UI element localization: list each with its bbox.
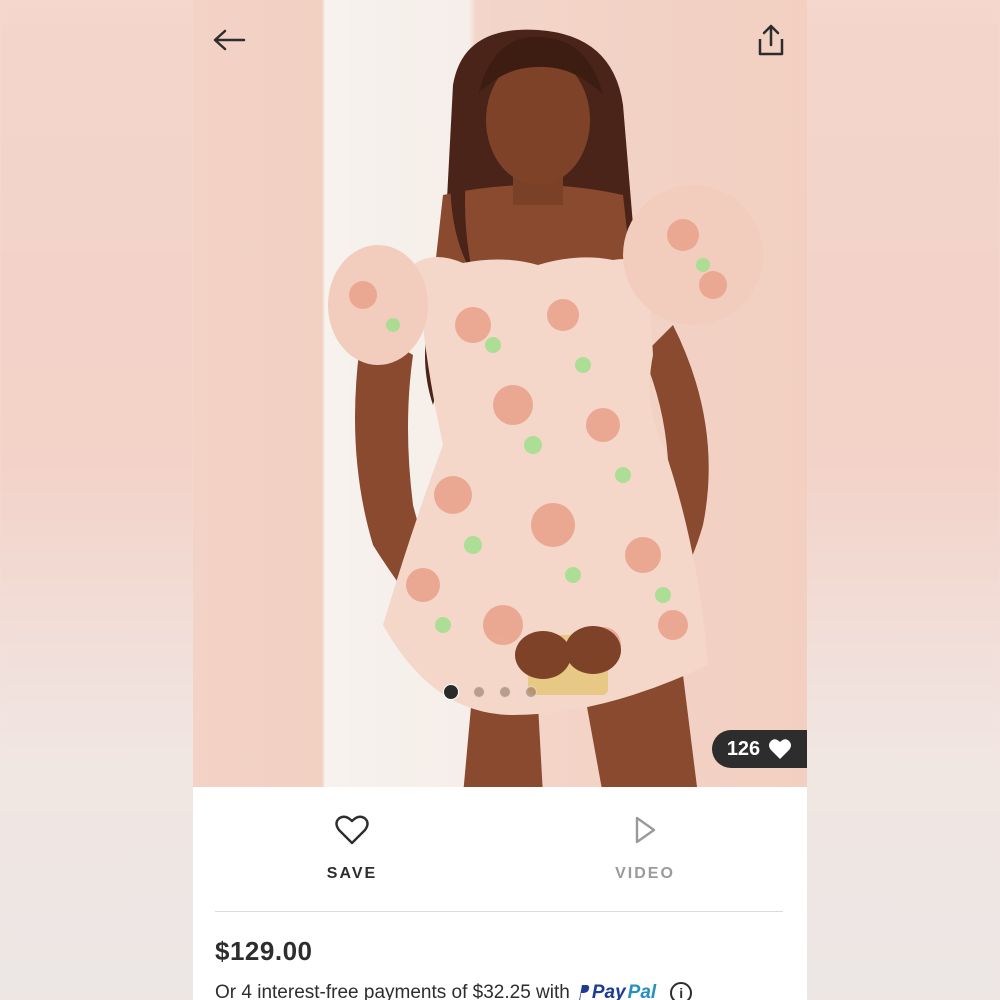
model-figure: [328, 29, 763, 787]
likes-badge[interactable]: 126: [712, 730, 807, 768]
share-icon: [758, 24, 784, 56]
blurred-background-right: [807, 0, 1000, 1000]
product-price: $129.00: [215, 936, 313, 966]
share-button[interactable]: [751, 20, 791, 60]
arrow-left-icon: [213, 29, 246, 51]
divider: [215, 911, 783, 912]
carousel-dot[interactable]: [499, 686, 511, 698]
likes-count: 126: [726, 737, 761, 760]
video-label: VIDEO: [615, 865, 675, 882]
product-screen: 126 SAVE VIDEO $129.00 Or 4 interest-fre…: [193, 0, 807, 1000]
carousel-dot[interactable]: [443, 684, 459, 700]
installments-text: Or 4 interest-free payments of $32.25 wi…: [215, 982, 570, 1000]
heart-outline-icon: [335, 815, 369, 845]
carousel-dot[interactable]: [473, 686, 485, 698]
blurred-background-left: [0, 0, 193, 1000]
paypal-icon: [579, 985, 590, 1000]
carousel-dot[interactable]: [525, 686, 537, 698]
heart-filled-icon: [769, 739, 792, 759]
product-image[interactable]: 126: [193, 0, 807, 787]
back-button[interactable]: [209, 20, 249, 60]
info-icon[interactable]: i: [670, 982, 693, 1000]
carousel-indicator: [443, 684, 537, 700]
installments-info: Or 4 interest-free payments of $32.25 wi…: [215, 982, 693, 1000]
play-icon: [635, 816, 656, 844]
save-label: SAVE: [326, 865, 378, 882]
video-button[interactable]: VIDEO: [585, 815, 705, 883]
save-button[interactable]: SAVE: [292, 815, 412, 883]
paypal-logo: Pay Pal: [576, 982, 656, 1000]
action-bar: SAVE VIDEO: [193, 787, 807, 911]
